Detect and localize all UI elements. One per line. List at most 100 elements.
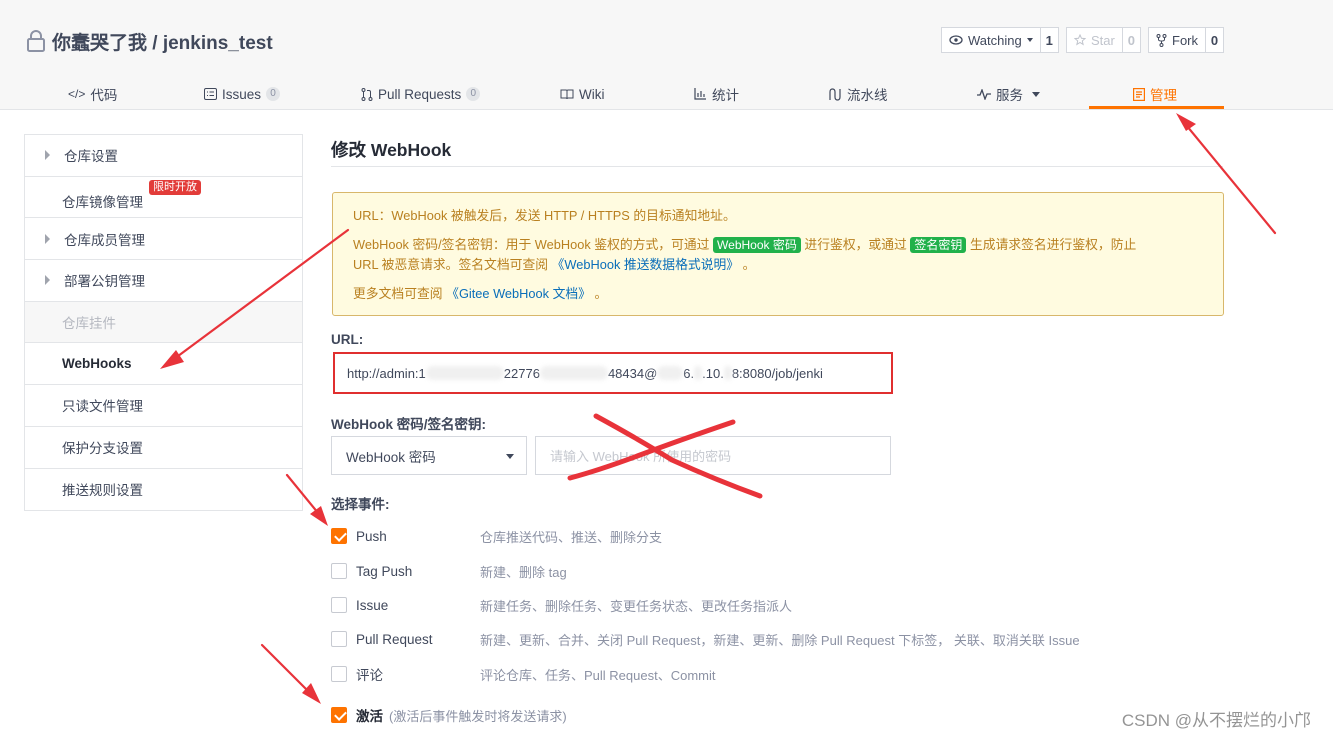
selected-value: WebHook 密码 — [346, 449, 436, 465]
event-description: 评论仓库、任务、Pull Request、Commit — [480, 667, 716, 683]
tab-wiki[interactable]: Wiki — [560, 78, 605, 110]
caret-right-icon — [45, 150, 50, 161]
notice-text: 进行鉴权，或通过 — [804, 237, 907, 252]
url-input[interactable]: http://admin:1 22776 48434@ 6. .10. 8:80… — [333, 352, 893, 394]
arrow-to-activate — [260, 643, 321, 704]
event-push[interactable]: Push 仓库推送代码、推送、删除分支 — [331, 526, 1231, 546]
url-text: 6. — [683, 365, 695, 381]
secret-label: WebHook 密码/签名密钥: — [331, 417, 486, 432]
activate-row[interactable]: 激活 (激活后事件触发时将发送请求) — [331, 705, 1231, 725]
repo-title[interactable]: 你蠢哭了我 / jenkins_test — [52, 28, 273, 55]
star-count[interactable]: 0 — [1122, 27, 1141, 53]
sidebar-item-label: 部署公钥管理 — [64, 274, 145, 290]
tab-issues[interactable]: Issues 0 — [204, 78, 281, 110]
secret-type-select[interactable]: WebHook 密码 — [331, 436, 527, 475]
push-format-doc-link[interactable]: 《WebHook 推送数据格式说明》 — [552, 257, 739, 272]
issues-icon — [204, 88, 217, 100]
tab-label: 服务 — [996, 88, 1023, 103]
issue-checkbox[interactable] — [331, 597, 347, 613]
tab-pull-requests[interactable]: Pull Requests 0 — [361, 78, 481, 110]
pipeline-icon — [829, 87, 841, 101]
event-name: Issue — [356, 597, 389, 613]
event-description: 仓库推送代码、推送、删除分支 — [480, 529, 663, 545]
notice-line-secret: WebHook 密码/签名密钥：用于 WebHook 鉴权的方式，可通过 Web… — [353, 235, 1205, 255]
notice-text: 。 — [742, 257, 756, 272]
sidebar-item-repo-settings[interactable]: 仓库设置 — [25, 135, 302, 177]
wiki-icon — [560, 89, 574, 99]
notice-text: WebHook 密码/签名密钥：用于 WebHook 鉴权的方式，可通过 — [353, 237, 710, 252]
watch-label: Watching — [968, 32, 1022, 48]
repo-tabs: </> 代码 Issues 0 Pull Requests 0 Wiki 统计 … — [0, 70, 1333, 110]
watermark-csdn: CSDN @从不摆烂的小邝 — [1121, 711, 1311, 730]
event-description: 新建、更新、合并、关闭 Pull Request，新建、更新、删除 Pull R… — [480, 632, 1080, 648]
gitee-webhook-doc-link[interactable]: 《Gitee WebHook 文档》 — [446, 286, 591, 301]
events-label: 选择事件: — [331, 497, 390, 512]
fork-button-group[interactable]: Fork 0 — [1148, 27, 1224, 53]
tag-push-checkbox[interactable] — [331, 563, 347, 579]
tab-label: 流水线 — [847, 88, 888, 103]
pull-request-icon — [361, 87, 373, 101]
tab-code[interactable]: </> 代码 — [68, 78, 117, 110]
event-name: Push — [356, 528, 387, 544]
sidebar-item-label: WebHooks — [62, 356, 132, 372]
watch-button-group[interactable]: Watching 1 — [941, 27, 1059, 53]
sidebar-item-label: 保护分支设置 — [62, 441, 143, 457]
webhook-password-tag: WebHook 密码 — [713, 237, 801, 253]
fork-label: Fork — [1172, 32, 1198, 48]
push-checkbox[interactable] — [331, 528, 347, 544]
sidebar-item-mirror[interactable]: 仓库镜像管理 限时开放 — [25, 177, 302, 219]
event-tag-push[interactable]: Tag Push 新建、删除 tag — [331, 561, 1231, 581]
sidebar-item-webhooks[interactable]: WebHooks — [25, 343, 302, 386]
signing-key-tag: 签名密钥 — [910, 237, 967, 253]
sidebar-item-deploy-keys[interactable]: 部署公钥管理 — [25, 260, 302, 302]
url-text: 48434@ — [607, 365, 658, 381]
comment-checkbox[interactable] — [331, 666, 347, 682]
event-issue[interactable]: Issue 新建任务、删除任务、变更任务状态、更改任务指派人 — [331, 595, 1231, 615]
pr-count-badge: 0 — [466, 87, 481, 101]
event-description: 新建、删除 tag — [480, 564, 567, 580]
caret-right-icon — [45, 233, 50, 244]
tab-label: Pull Requests — [378, 86, 462, 102]
redacted-text — [425, 366, 504, 380]
notice-text: URL 被恶意请求。签名文档可查阅 — [353, 257, 549, 272]
event-pull-request[interactable]: Pull Request 新建、更新、合并、关闭 Pull Request，新建… — [331, 629, 1231, 649]
fork-count[interactable]: 0 — [1206, 27, 1224, 53]
url-text: http://admin:1 — [347, 365, 426, 381]
fork-icon — [1156, 33, 1167, 47]
tab-stats[interactable]: 统计 — [694, 78, 739, 110]
eye-icon — [949, 35, 963, 45]
event-comment[interactable]: 评论 评论仓库、任务、Pull Request、Commit — [331, 664, 1231, 684]
sidebar-item-readonly-files[interactable]: 只读文件管理 — [25, 385, 302, 427]
sidebar-item-label: 仓库设置 — [64, 149, 118, 165]
activate-hint: (激活后事件触发时将发送请求) — [389, 709, 567, 724]
sidebar-item-push-rules[interactable]: 推送规则设置 — [25, 469, 302, 511]
tab-services[interactable]: 服务 — [977, 78, 1040, 110]
sidebar-item-protected-branches[interactable]: 保护分支设置 — [25, 427, 302, 469]
chevron-down-icon — [1032, 91, 1040, 97]
event-description: 新建任务、删除任务、变更任务状态、更改任务指派人 — [480, 598, 793, 614]
notice-line-url: URL：WebHook 被触发后，发送 HTTP / HTTPS 的目标通知地址… — [353, 208, 736, 223]
pulse-icon — [977, 88, 991, 100]
activate-checkbox[interactable] — [331, 707, 347, 723]
chevron-down-icon — [1026, 38, 1033, 42]
promo-badge: 限时开放 — [149, 179, 201, 195]
event-name: 评论 — [356, 668, 383, 683]
sidebar-item-members[interactable]: 仓库成员管理 — [25, 218, 302, 261]
sidebar-item-label: 推送规则设置 — [62, 483, 143, 499]
tab-label: Wiki — [579, 86, 605, 102]
tab-pipeline[interactable]: 流水线 — [828, 78, 888, 110]
redacted-text — [723, 366, 732, 380]
star-button[interactable]: Star — [1066, 27, 1123, 53]
fork-button[interactable]: Fork — [1148, 27, 1206, 53]
secret-input[interactable]: 请输入 WebHook 所使用的密码 — [535, 436, 891, 475]
watch-button[interactable]: Watching — [941, 27, 1041, 53]
placeholder: 请输入 WebHook 所使用的密码 — [550, 449, 732, 464]
divider — [331, 166, 1223, 167]
star-button-group[interactable]: Star 0 — [1066, 27, 1141, 53]
stats-icon — [694, 88, 706, 100]
redacted-text — [539, 366, 608, 380]
page-title: 修改 WebHook — [331, 140, 452, 160]
watch-count[interactable]: 1 — [1040, 27, 1059, 53]
pull-request-checkbox[interactable] — [331, 631, 347, 647]
notice-line-more: 更多文档可查阅 《Gitee WebHook 文档》 。 — [353, 284, 1205, 304]
